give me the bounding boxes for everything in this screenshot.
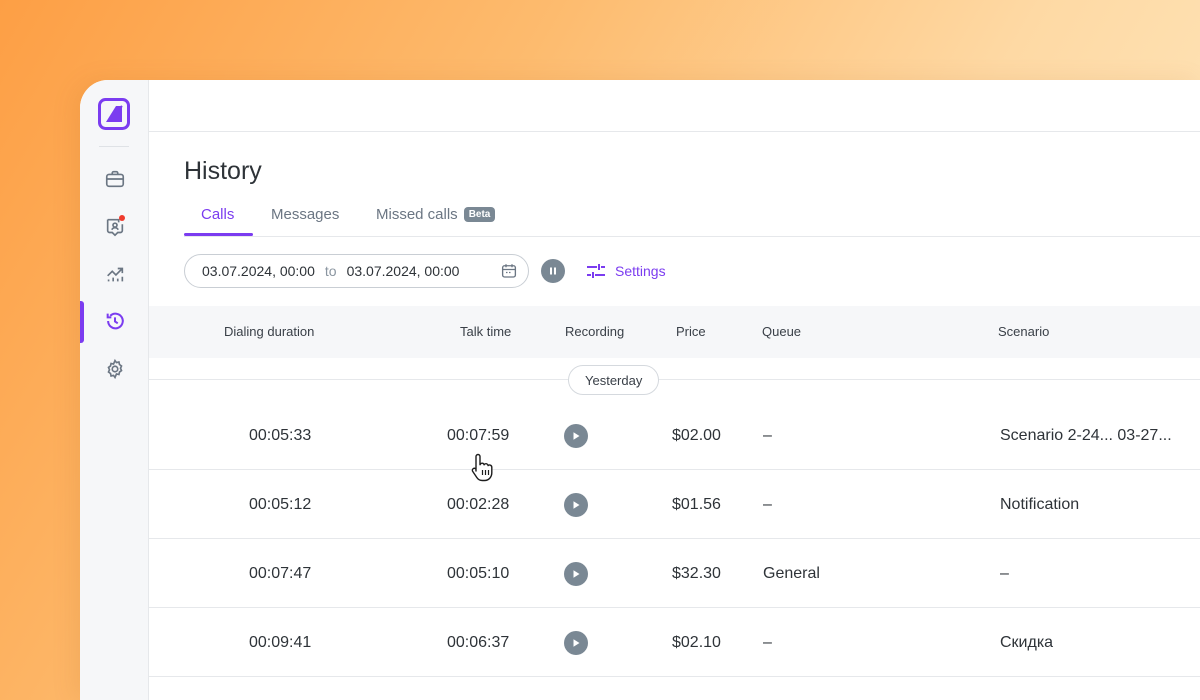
cell-price: $02.10	[672, 634, 721, 651]
settings-label: Settings	[615, 263, 666, 279]
table-row[interactable]: 00:05:12 00:02:28 $01.56 – Notification	[149, 470, 1200, 539]
app-window: History Calls Messages Missed calls Beta…	[80, 80, 1200, 700]
sidebar-item-history[interactable]	[80, 301, 149, 343]
date-group-label: Yesterday	[568, 365, 660, 395]
filter-bar: 03.07.2024, 00:00 to 03.07.2024, 00:00 S…	[184, 254, 1200, 288]
cell-queue: General	[763, 565, 820, 582]
play-icon	[573, 639, 580, 647]
col-talk-time[interactable]: Talk time	[460, 324, 511, 339]
tab-calls-label: Calls	[201, 206, 235, 223]
tab-calls[interactable]: Calls	[201, 206, 234, 223]
cell-dialing-duration: 00:07:47	[249, 565, 312, 582]
date-to-label: to	[324, 263, 337, 279]
play-recording-button[interactable]	[564, 493, 588, 517]
gear-icon	[106, 358, 123, 380]
tab-missed-calls[interactable]: Missed calls Beta	[376, 206, 496, 223]
cell-talk-time: 00:02:28	[447, 496, 510, 513]
table-row[interactable]: 00:05:33 00:07:59 $02.00 – Scenario 2-24…	[149, 401, 1200, 470]
play-icon	[573, 432, 580, 440]
sidebar-item-briefcase[interactable]	[80, 159, 149, 199]
cell-dialing-duration: 00:09:41	[249, 634, 312, 651]
cell-talk-time: 00:07:59	[447, 427, 510, 444]
group-divider	[149, 379, 1200, 380]
play-recording-button[interactable]	[564, 424, 588, 448]
play-icon	[573, 570, 580, 578]
date-to: 03.07.2024, 00:00	[346, 263, 460, 279]
cell-queue: –	[763, 634, 772, 651]
date-range-picker[interactable]: 03.07.2024, 00:00 to 03.07.2024, 00:00	[184, 254, 529, 288]
table-row[interactable]: 00:09:41 00:06:37 $02.10 – Скидка	[149, 608, 1200, 677]
settings-button[interactable]: Settings	[586, 254, 666, 288]
table-row[interactable]: 00:07:47 00:05:10 $32.30 General –	[149, 539, 1200, 608]
app-logo-icon[interactable]	[98, 98, 130, 130]
tab-messages[interactable]: Messages	[271, 206, 339, 223]
date-from: 03.07.2024, 00:00	[202, 263, 315, 279]
col-dialing-duration[interactable]: Dialing duration	[224, 324, 314, 339]
active-tab-indicator	[184, 233, 253, 236]
sliders-icon	[587, 264, 605, 278]
cell-scenario: –	[1000, 565, 1009, 582]
col-scenario[interactable]: Scenario	[998, 324, 1049, 339]
col-queue[interactable]: Queue	[762, 324, 801, 339]
cell-talk-time: 00:06:37	[447, 634, 510, 651]
pause-button[interactable]	[541, 259, 565, 283]
cell-scenario: Notification	[1000, 496, 1080, 513]
analytics-icon	[106, 267, 123, 282]
calendar-icon	[501, 264, 517, 278]
briefcase-icon	[105, 170, 124, 188]
pause-icon	[550, 267, 556, 275]
sidebar-item-analytics[interactable]	[80, 254, 149, 294]
play-recording-button[interactable]	[564, 562, 588, 586]
table-header: Dialing duration Talk time Recording Pri…	[149, 306, 1200, 358]
play-recording-button[interactable]	[564, 631, 588, 655]
cell-dialing-duration: 00:05:33	[249, 427, 312, 444]
page-title: History	[184, 157, 262, 185]
tab-missed-calls-label: Missed calls	[376, 206, 458, 223]
cell-price: $01.56	[672, 496, 721, 513]
cell-price: $02.00	[672, 427, 721, 444]
sidebar-item-contacts[interactable]	[80, 207, 149, 247]
play-icon	[573, 501, 580, 509]
sidebar-item-settings[interactable]	[80, 349, 149, 389]
cell-price: $32.30	[672, 565, 721, 582]
sidebar	[80, 80, 149, 700]
cell-dialing-duration: 00:05:12	[249, 496, 312, 513]
col-price[interactable]: Price	[676, 324, 706, 339]
cell-queue: –	[763, 427, 772, 444]
cell-talk-time: 00:05:10	[447, 565, 510, 582]
cell-scenario: Скидка	[1000, 634, 1054, 651]
history-icon	[106, 312, 124, 330]
tab-messages-label: Messages	[271, 206, 340, 223]
cell-scenario: Scenario 2-24... 03-27...	[1000, 427, 1172, 444]
beta-badge: Beta	[463, 207, 496, 222]
notification-dot	[119, 215, 125, 221]
sidebar-divider	[99, 146, 129, 147]
tab-bar: Calls Messages Missed calls Beta	[184, 200, 1200, 237]
col-recording[interactable]: Recording	[565, 324, 624, 339]
top-bar	[149, 80, 1200, 132]
cell-queue: –	[763, 496, 772, 513]
